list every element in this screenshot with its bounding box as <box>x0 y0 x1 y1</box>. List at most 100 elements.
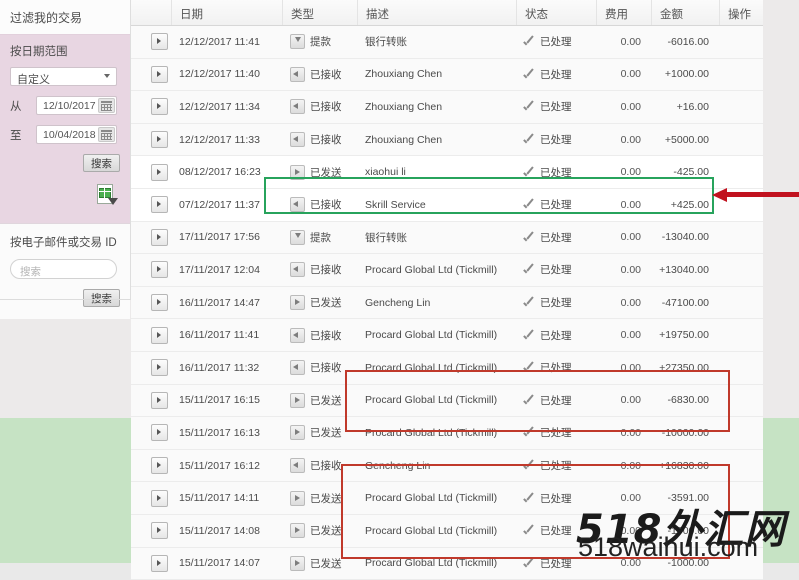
expand-row-button[interactable] <box>151 196 168 213</box>
table-row[interactable]: 15/11/2017 16:15已发送Procard Global Ltd (T… <box>131 385 763 418</box>
arrow-left-icon <box>290 197 305 212</box>
table-row[interactable]: 12/12/2017 11:34已接收Zhouxiang Chen已处理0.00… <box>131 91 763 124</box>
expand-row-button[interactable] <box>151 229 168 246</box>
cell-date: 12/12/2017 11:40 <box>171 68 282 80</box>
cell-description: Gencheng Lin <box>357 297 516 309</box>
column-header-fee[interactable]: 费用 <box>596 0 651 25</box>
arrow-down-icon <box>290 34 305 49</box>
expand-row-button[interactable] <box>151 424 168 441</box>
id-search-row: 搜索 <box>10 289 120 307</box>
table-row[interactable]: 17/11/2017 17:56提款银行转账已处理0.00-13040.00 <box>131 222 763 255</box>
id-search-button[interactable]: 搜索 <box>83 289 120 307</box>
id-search-input[interactable]: 搜索 <box>10 259 117 279</box>
cell-description: Procard Global Ltd (Tickmill) <box>357 557 516 569</box>
cell-fee: 0.00 <box>596 199 651 211</box>
date-from-input[interactable]: 12/10/2017 <box>36 96 117 115</box>
expand-row-button[interactable] <box>151 490 168 507</box>
date-range-panel: 按日期范围 自定义 从 12/10/2017 至 10/04/2018 <box>0 34 130 223</box>
table-row[interactable]: 15/11/2017 14:07已发送Procard Global Ltd (T… <box>131 548 763 580</box>
cell-amount: +16.00 <box>651 101 719 113</box>
cell-status-label: 已处理 <box>540 523 572 538</box>
expand-row-button[interactable] <box>151 327 168 344</box>
column-header-expand[interactable] <box>131 0 171 25</box>
cell-type: 已接收 <box>282 328 357 343</box>
table-header-row: 日期 类型 描述 状态 费用 金额 操作 <box>131 0 763 26</box>
cell-type-label: 提款 <box>310 230 331 245</box>
cell-type-label: 已接收 <box>310 328 342 343</box>
cell-status: 已处理 <box>516 230 596 245</box>
cell-amount: -425.00 <box>651 166 719 178</box>
id-search-heading: 按电子邮件或交易 ID <box>10 234 120 250</box>
expand-row-button[interactable] <box>151 66 168 83</box>
cell-status-label: 已处理 <box>540 34 572 49</box>
cell-status: 已处理 <box>516 34 596 49</box>
cell-type-label: 已发送 <box>310 425 342 440</box>
cell-status: 已处理 <box>516 491 596 506</box>
expand-row-button[interactable] <box>151 392 168 409</box>
cell-date: 07/12/2017 11:37 <box>171 199 282 211</box>
expand-row-button[interactable] <box>151 359 168 376</box>
table-row[interactable]: 15/11/2017 14:08已发送Procard Global Ltd (T… <box>131 515 763 548</box>
arrow-right-icon <box>290 523 305 538</box>
chevron-down-icon <box>104 74 110 78</box>
cell-type: 已发送 <box>282 165 357 180</box>
arrow-right-icon <box>290 165 305 180</box>
expand-row-button[interactable] <box>151 457 168 474</box>
expand-row-button[interactable] <box>151 555 168 572</box>
arrow-left-icon <box>290 132 305 147</box>
date-to-input[interactable]: 10/04/2018 <box>36 125 117 144</box>
cell-description: Procard Global Ltd (Tickmill) <box>357 264 516 276</box>
check-icon <box>524 265 535 274</box>
expand-row-button[interactable] <box>151 261 168 278</box>
cell-date: 15/11/2017 16:13 <box>171 427 282 439</box>
expand-row-button[interactable] <box>151 164 168 181</box>
table-row[interactable]: 15/11/2017 14:11已发送Procard Global Ltd (T… <box>131 482 763 515</box>
column-header-date[interactable]: 日期 <box>171 0 282 25</box>
row-expand-cell <box>131 424 171 441</box>
cell-status: 已处理 <box>516 556 596 571</box>
cell-type: 已发送 <box>282 295 357 310</box>
csv-download-icon[interactable] <box>97 184 118 206</box>
calendar-icon[interactable] <box>98 127 115 142</box>
column-header-action[interactable]: 操作 <box>719 0 763 25</box>
column-header-amount[interactable]: 金额 <box>651 0 719 25</box>
table-row[interactable]: 16/11/2017 11:32已接收Procard Global Ltd (T… <box>131 352 763 385</box>
date-from-value: 12/10/2017 <box>43 100 96 112</box>
table-row[interactable]: 15/11/2017 16:12已接收Gencheng Lin已处理0.00+1… <box>131 450 763 483</box>
cell-status-label: 已处理 <box>540 295 572 310</box>
cell-status-label: 已处理 <box>540 458 572 473</box>
table-row[interactable]: 12/12/2017 11:33已接收Zhouxiang Chen已处理0.00… <box>131 124 763 157</box>
expand-row-button[interactable] <box>151 294 168 311</box>
table-row[interactable]: 12/12/2017 11:41提款银行转账已处理0.00-6016.00 <box>131 26 763 59</box>
table-row[interactable]: 15/11/2017 16:13已发送Procard Global Ltd (T… <box>131 417 763 450</box>
filter-sidebar: 过滤我的交易 按日期范围 自定义 从 12/10/2017 至 10/04/20… <box>0 0 131 300</box>
date-range-select[interactable]: 自定义 <box>10 67 117 86</box>
cell-date: 15/11/2017 16:12 <box>171 460 282 472</box>
calendar-icon[interactable] <box>98 98 115 113</box>
table-row[interactable]: 16/11/2017 11:41已接收Procard Global Ltd (T… <box>131 319 763 352</box>
date-to-row: 至 10/04/2018 <box>10 125 120 144</box>
expand-row-button[interactable] <box>151 33 168 50</box>
arrow-right-icon <box>290 491 305 506</box>
column-header-type[interactable]: 类型 <box>282 0 357 25</box>
cell-status: 已处理 <box>516 328 596 343</box>
cell-amount: +16830.00 <box>651 460 719 472</box>
table-row[interactable]: 12/12/2017 11:40已接收Zhouxiang Chen已处理0.00… <box>131 59 763 92</box>
table-row[interactable]: 08/12/2017 16:23已发送xiaohui li已处理0.00-425… <box>131 156 763 189</box>
table-row[interactable]: 17/11/2017 12:04已接收Procard Global Ltd (T… <box>131 254 763 287</box>
expand-row-button[interactable] <box>151 98 168 115</box>
expand-row-button[interactable] <box>151 131 168 148</box>
cell-description: Procard Global Ltd (Tickmill) <box>357 394 516 406</box>
cell-status: 已处理 <box>516 295 596 310</box>
table-row[interactable]: 16/11/2017 14:47已发送Gencheng Lin已处理0.00-4… <box>131 287 763 320</box>
date-search-button[interactable]: 搜索 <box>83 154 120 172</box>
cell-status-label: 已处理 <box>540 393 572 408</box>
date-to-label: 至 <box>10 127 36 143</box>
table-row[interactable]: 07/12/2017 11:37已接收Skrill Service已处理0.00… <box>131 189 763 222</box>
column-header-status[interactable]: 状态 <box>516 0 596 25</box>
cell-status-label: 已处理 <box>540 491 572 506</box>
column-header-description[interactable]: 描述 <box>357 0 516 25</box>
expand-row-button[interactable] <box>151 522 168 539</box>
date-from-label: 从 <box>10 98 36 114</box>
cell-amount: -10000.00 <box>651 427 719 439</box>
